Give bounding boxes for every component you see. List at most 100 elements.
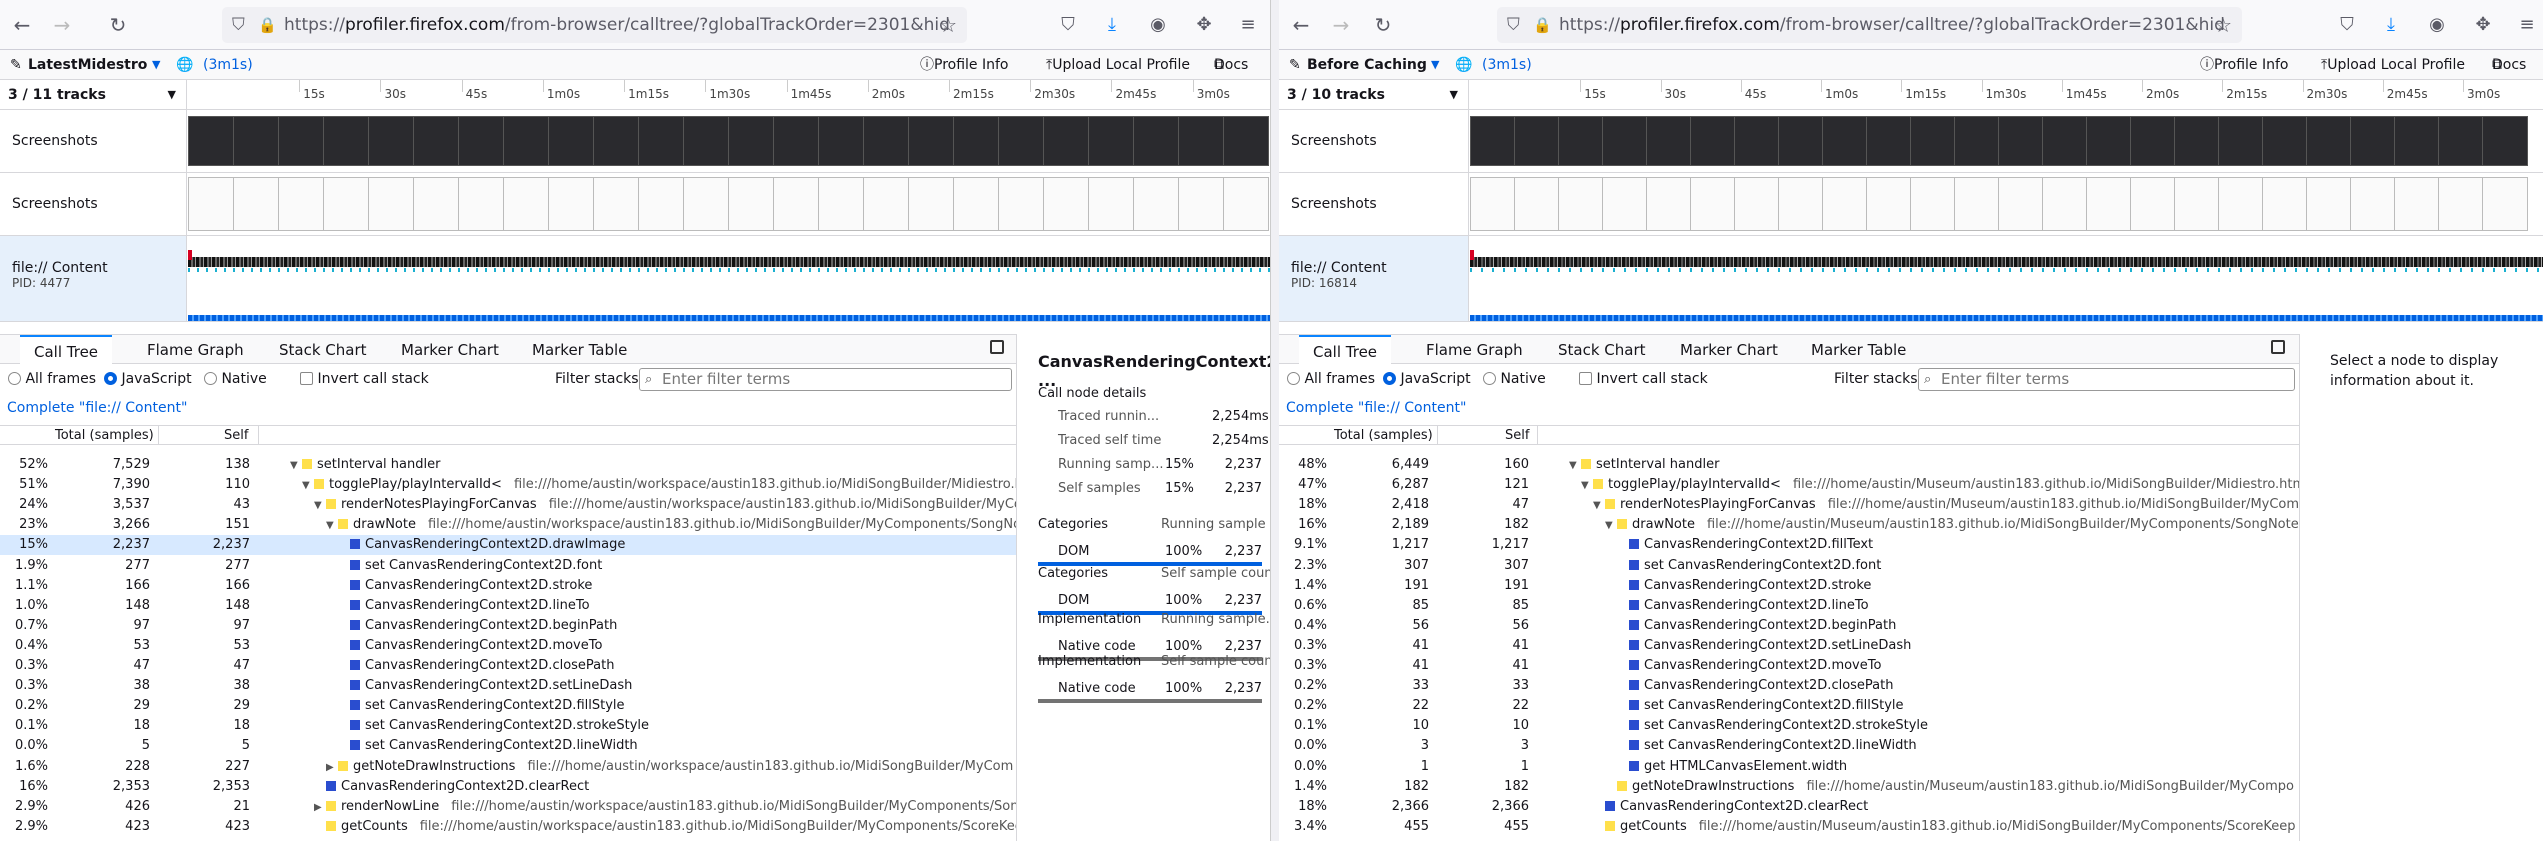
screenshot-thumbnail[interactable] — [1778, 177, 1824, 231]
table-row[interactable]: 2.3% 307 307 set CanvasRenderingContext2D.f… — [1279, 556, 2299, 576]
table-row[interactable]: 51% 7,390 110 ▼ togglePlay/playIntervalId< fi… — [0, 475, 1023, 496]
upload-button[interactable]: ⤒ Upload Local Profile — [1046, 50, 1190, 80]
screenshot-thumbnail[interactable] — [683, 177, 729, 231]
screenshot-thumbnail[interactable] — [638, 177, 684, 231]
screenshot-thumbnail[interactable] — [773, 116, 819, 166]
screenshot-thumbnail[interactable] — [593, 116, 639, 166]
table-row[interactable]: 0.4% 56 56 CanvasRenderingContext2D.beginPa… — [1279, 616, 2299, 636]
table-row[interactable]: 15% 2,237 2,237 CanvasRenderingContext2D.dr… — [0, 535, 1016, 556]
screenshot-thumbnail[interactable] — [1954, 116, 2000, 166]
tab-marker-table[interactable]: Marker Table — [1797, 335, 1920, 365]
screenshot-thumbnail[interactable] — [2086, 177, 2132, 231]
screenshot-thumbnail[interactable] — [1646, 177, 1692, 231]
screenshot-thumbnail[interactable] — [1602, 177, 1648, 231]
table-row[interactable]: 23% 3,266 151 ▼ drawNote file:///home/austin/… — [0, 515, 1026, 536]
lock-icon[interactable]: 🔒 — [258, 7, 277, 43]
screenshot-thumbnail[interactable] — [1778, 116, 1824, 166]
screenshot-thumbnail[interactable] — [1088, 116, 1134, 166]
screenshot-thumbnail[interactable] — [1223, 177, 1269, 231]
account-icon[interactable]: ◉ — [1146, 13, 1170, 37]
tab-call-tree[interactable]: Call Tree — [20, 335, 113, 365]
jank-marker[interactable] — [188, 250, 192, 260]
screenshot-thumbnail[interactable] — [1954, 177, 2000, 231]
screenshots-strip[interactable] — [1470, 173, 2543, 235]
reload-icon[interactable]: ↻ — [106, 13, 130, 37]
twisty-icon[interactable]: ▼ — [326, 516, 338, 536]
screenshot-thumbnail[interactable] — [683, 116, 729, 166]
screenshot-thumbnail[interactable] — [1558, 177, 1604, 231]
edit-name-icon[interactable]: ✎ — [1289, 50, 1301, 80]
screenshot-thumbnail[interactable] — [368, 177, 414, 231]
screenshots-track-1[interactable]: Screenshots — [1279, 110, 2543, 173]
screenshot-thumbnail[interactable] — [998, 177, 1044, 231]
screenshot-thumbnail[interactable] — [1602, 116, 1648, 166]
tracks-count-button[interactable]: 3 / 11 tracks ▼ — [0, 80, 187, 110]
tab-flame-graph[interactable]: Flame Graph — [133, 335, 258, 365]
screenshot-thumbnail[interactable] — [323, 116, 369, 166]
screenshot-thumbnail[interactable] — [1998, 116, 2044, 166]
screenshot-thumbnail[interactable] — [1822, 177, 1868, 231]
table-row[interactable]: 0.0% 1 1 get HTMLCanvasElement.width — [1279, 757, 2299, 777]
screenshot-thumbnail[interactable] — [2042, 177, 2088, 231]
breadcrumb[interactable]: Complete "file:// Content" — [7, 400, 187, 416]
twisty-icon[interactable]: ▼ — [1581, 476, 1593, 496]
screenshot-thumbnail[interactable] — [503, 177, 549, 231]
screenshot-thumbnail[interactable] — [278, 116, 324, 166]
screenshot-thumbnail[interactable] — [2262, 116, 2308, 166]
screenshot-thumbnail[interactable] — [2218, 116, 2264, 166]
screenshot-thumbnail[interactable] — [2042, 116, 2088, 166]
table-row[interactable]: 0.2% 29 29 set CanvasRenderingContext2D.fil… — [0, 696, 1016, 716]
screenshot-thumbnail[interactable] — [1223, 116, 1269, 166]
screenshot-thumbnail[interactable] — [908, 116, 954, 166]
screenshot-thumbnail[interactable] — [863, 116, 909, 166]
table-row[interactable]: 1.0% 148 148 CanvasRenderingContext2D.lineT… — [0, 596, 1016, 616]
table-row[interactable]: 0.7% 97 97 CanvasRenderingContext2D.beginPa… — [0, 616, 1016, 636]
table-row[interactable]: 0.3% 47 47 CanvasRenderingContext2D.closePa… — [0, 656, 1016, 676]
tab-stack-chart[interactable]: Stack Chart — [265, 335, 381, 365]
menu-icon[interactable]: ≡ — [2515, 13, 2539, 37]
table-row[interactable]: 1.6% 228 227 ▶ getNoteDrawInstructions file:/… — [0, 757, 1016, 777]
screenshot-thumbnail[interactable] — [1646, 116, 1692, 166]
screenshot-thumbnail[interactable] — [323, 177, 369, 231]
screenshot-thumbnail[interactable] — [1043, 177, 1089, 231]
table-row[interactable]: 0.2% 22 22 set CanvasRenderingContext2D.fil… — [1279, 696, 2299, 716]
back-icon[interactable]: ← — [1289, 13, 1313, 37]
breadcrumb[interactable]: Complete "file:// Content" — [1286, 400, 1466, 416]
back-icon[interactable]: ← — [10, 13, 34, 37]
docs-link[interactable]: Docs ⧉ — [2492, 50, 2526, 80]
twisty-icon[interactable]: ▼ — [1593, 496, 1605, 516]
screenshot-thumbnail[interactable] — [413, 116, 459, 166]
profile-info-button[interactable]: ⓘ Profile Info — [920, 50, 1008, 80]
table-row[interactable]: 0.1% 10 10 set CanvasRenderingContext2D.str… — [1279, 716, 2299, 736]
table-row[interactable]: 2.9% 423 423 getCounts file:///home/austin/w… — [0, 817, 1023, 837]
javascript-option[interactable]: JavaScript — [104, 364, 192, 394]
forward-icon[interactable]: → — [50, 13, 74, 37]
screenshots-track-2[interactable]: Screenshots — [1279, 173, 2543, 236]
screenshot-thumbnail[interactable] — [1866, 177, 1912, 231]
twisty-icon[interactable]: ▼ — [302, 476, 314, 496]
screenshot-thumbnail[interactable] — [1470, 177, 1516, 231]
screenshot-thumbnail[interactable] — [1910, 116, 1956, 166]
sidebar-toggle-icon[interactable] — [2271, 340, 2285, 354]
screenshot-thumbnail[interactable] — [2086, 116, 2132, 166]
content-process-track[interactable]: file:// Content PID: 4477 — [0, 236, 1270, 322]
screenshots-track-1[interactable]: Screenshots — [0, 110, 1270, 173]
screenshot-thumbnail[interactable] — [2130, 177, 2176, 231]
jank-marker[interactable] — [1470, 250, 1474, 260]
table-row[interactable]: 24% 3,537 43 ▼ renderNotesPlayingForCanvas fi… — [0, 495, 1022, 515]
screenshot-thumbnail[interactable] — [1088, 177, 1134, 231]
screenshot-thumbnail[interactable] — [593, 177, 639, 231]
activity-graph[interactable] — [1470, 236, 2543, 321]
table-row[interactable]: 47% 6,287 121 ▼ togglePlay/playIntervalId< fi… — [1279, 475, 2305, 496]
lock-icon[interactable]: 🔒 — [1533, 7, 1552, 43]
twisty-icon[interactable]: ▼ — [1569, 456, 1581, 476]
screenshot-thumbnail[interactable] — [818, 177, 864, 231]
docs-link[interactable]: Docs ⧉ — [1214, 50, 1248, 80]
screenshot-thumbnail[interactable] — [2306, 177, 2352, 231]
tab-stack-chart[interactable]: Stack Chart — [1544, 335, 1660, 365]
javascript-option[interactable]: JavaScript — [1383, 364, 1471, 394]
screenshot-thumbnail[interactable] — [1133, 116, 1179, 166]
invert-call-stack-checkbox[interactable]: Invert call stack — [1579, 364, 1708, 394]
screenshot-thumbnail[interactable] — [2306, 116, 2352, 166]
screenshot-thumbnail[interactable] — [818, 116, 864, 166]
